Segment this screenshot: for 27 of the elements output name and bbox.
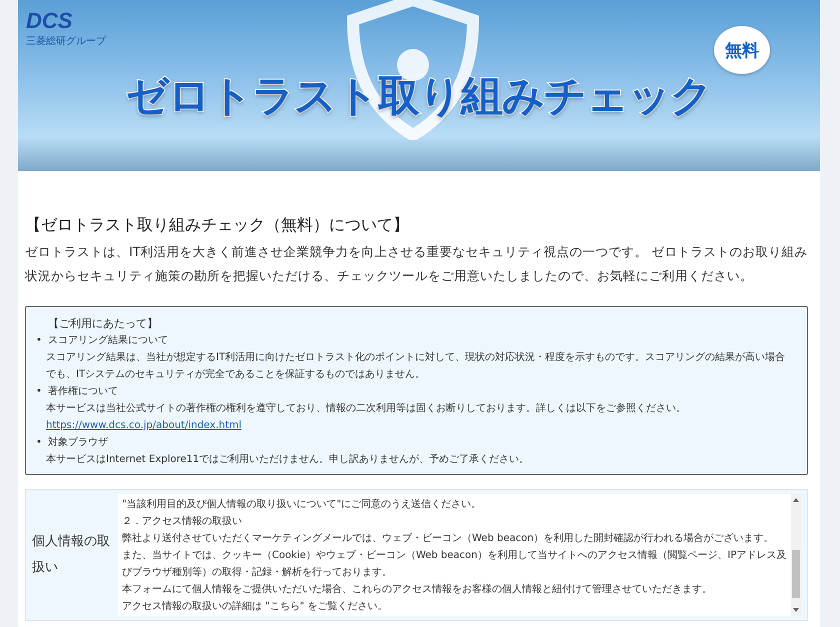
bullet: • [36,436,42,450]
free-badge: 無料 [714,26,770,74]
terms-text: ２．アクセス情報の取扱い [122,514,243,529]
terms-text: 弊社より送付させていただくマーケティングメールでは、ウェブ・ビーコン（Web beacon）を利用した開封確認が行われる場合がございます。 [122,532,775,546]
logo-caption: 三菱総研グループ [26,34,106,48]
intro-text: ゼロトラストは、IT利活用を大きく前進させ企業競争力を向上させる重要なセキュリティ視点の一つです。 ゼロトラストのお取り組み状況からセキュリティ施策の勘所を把握いただける、チェックツールをご用意いたしましたので、お気軽にご利用ください。 [25,243,808,285]
bullet: • [36,334,42,348]
notice-item-text: 本サービスは当社公式サイトの著作権の権利を遵守しており、情報の二次利用等は固くお断りしております。詳しくは以下をご参照ください。 [46,402,687,416]
notice-item-title: スコアリング結果について [48,334,168,348]
scroll-down-icon[interactable] [793,608,799,612]
terms-text: "当該利用目的及び個人情報の取り扱いについて"にご同意のうえ送信ください。 [122,498,482,512]
link[interactable]: https://www.dcs.co.jp/about/index.html [46,420,242,431]
scroll-up-icon[interactable] [793,498,799,502]
terms-box[interactable] [118,494,801,616]
bullet: • [36,385,42,399]
section-heading: 【ゼロトラスト取り組みチェック（無料）について】 [25,215,410,236]
notice-item-title: 著作権について [48,384,118,399]
terms-text: アクセス情報の取扱いの詳細は "こちら" をご覧ください。 [122,600,389,614]
scrollbar[interactable] [791,494,801,616]
field-label: 個人情報の取扱い [31,533,111,577]
terms-text: また、当サイトでは、クッキー（Cookie）やウェブ・ビーコン（Web beacon）を利用して当サイトへのアクセス情報（閲覧ページ、IPアドレス及びブラウザ種別等）の取得・記録・解析を行っております。 [122,548,787,580]
logo: DCS [26,8,72,34]
terms-text: 本フォームにて個人情報をご提供いただいた場合、これらのアクセス情報をお客様の個人情報と紐付けて管理させていただきます。 [122,582,713,597]
notice-item-title: 対象ブラウザ [48,436,108,450]
notice-heading: 【ご利用にあたって】 [47,316,159,332]
notice-item-text: スコアリング結果は、当社が想定するIT利活用に向けたゼロトラスト化のポイントに対して、現状の対応状況・程度を示すものです。スコアリングの結果が高い場合でも、ITシステムのセキュリティが完全であることを保証するものではありません。 [46,350,786,382]
notice-item-text: 本サービスはInternet Explore11ではご利用いただけません。申し訳ありませんが、予めご了承ください。 [46,452,530,467]
